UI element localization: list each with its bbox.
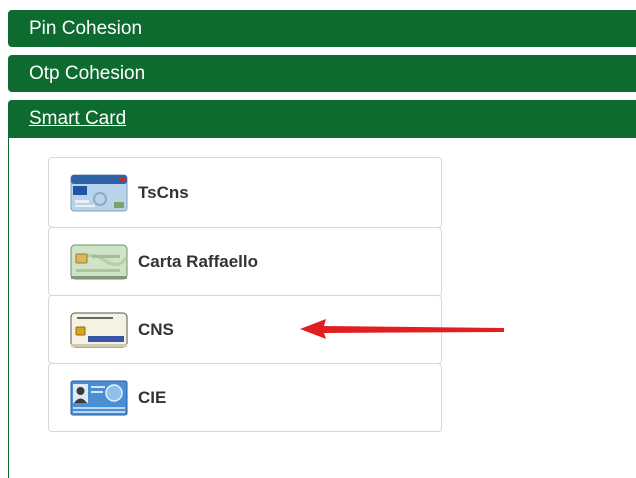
- card-option-cie[interactable]: CIE: [48, 363, 442, 432]
- accordion-header-label: Pin Cohesion: [29, 17, 143, 39]
- smart-card-options: TsCns Carta Raffaello CNS CIE: [48, 157, 442, 432]
- card-option-label: CIE: [138, 387, 167, 407]
- card-option-label: TsCns: [138, 182, 189, 202]
- accordion-header-smart-card[interactable]: Smart Card: [8, 100, 636, 138]
- cie-card-icon: [70, 380, 128, 415]
- accordion-header-label[interactable]: Smart Card: [29, 108, 126, 130]
- tscns-card-icon: [70, 174, 128, 211]
- card-option-label: CNS: [138, 319, 174, 339]
- accordion-header-pin-cohesion[interactable]: Pin Cohesion: [8, 10, 636, 47]
- accordion-header-label: Otp Cohesion: [29, 62, 146, 84]
- card-option-carta-raffaello[interactable]: Carta Raffaello: [48, 227, 442, 296]
- red-annotation-arrow-icon: [300, 319, 504, 339]
- accordion-header-otp-cohesion[interactable]: Otp Cohesion: [8, 55, 636, 92]
- carta-raffaello-card-icon: [70, 244, 128, 279]
- card-option-label: Carta Raffaello: [138, 251, 258, 271]
- card-option-tscns[interactable]: TsCns: [48, 157, 442, 228]
- cns-card-icon: [70, 312, 128, 347]
